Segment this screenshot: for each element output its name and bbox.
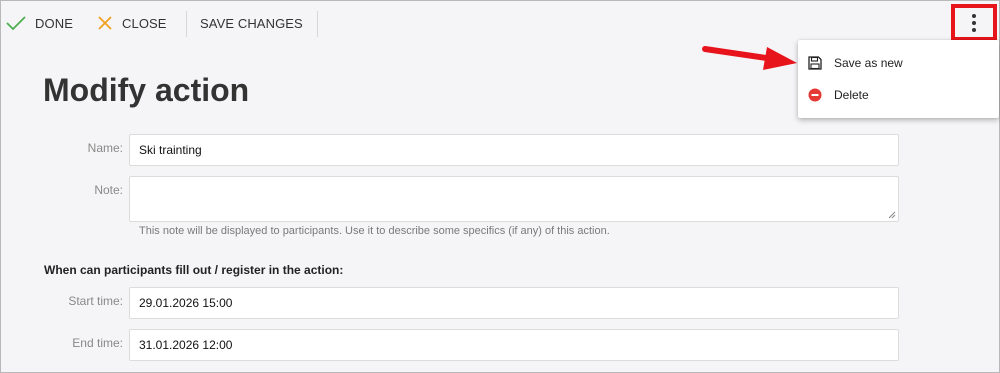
save-changes-button[interactable]: SAVE CHANGES: [200, 2, 303, 44]
app-window: DONE CLOSE SAVE CHANGES Modify action Na…: [0, 0, 1000, 373]
x-icon: [98, 16, 112, 30]
name-label: Name:: [87, 141, 123, 155]
page-title: Modify action: [43, 72, 250, 108]
more-options-menu: Save as new Delete: [798, 40, 999, 118]
annotation-arrow-icon: [702, 46, 797, 70]
start-time-field[interactable]: 29.01.2026 15:00: [129, 287, 899, 319]
save-changes-label: SAVE CHANGES: [200, 15, 303, 31]
start-time-value: 29.01.2026 15:00: [139, 296, 233, 310]
menu-item-save-as-new[interactable]: Save as new: [798, 48, 999, 78]
start-time-label: Start time:: [68, 294, 123, 308]
note-label: Note:: [94, 183, 123, 197]
end-time-field[interactable]: 31.01.2026 12:00: [129, 329, 899, 361]
name-value: Ski trainting: [139, 143, 202, 157]
menu-item-delete[interactable]: Delete: [798, 80, 999, 110]
toolbar-divider: [317, 11, 318, 37]
menu-item-label: Save as new: [834, 56, 903, 70]
kebab-menu-icon-dot: [972, 13, 976, 18]
more-options-button[interactable]: [959, 8, 989, 37]
kebab-menu-icon-dot: [972, 20, 976, 25]
check-icon: [6, 16, 26, 31]
kebab-menu-icon-dot: [972, 27, 976, 32]
end-time-value: 31.01.2026 12:00: [139, 338, 233, 352]
minus-circle-icon: [808, 88, 822, 102]
done-button[interactable]: DONE: [6, 2, 73, 44]
floppy-disk-icon: [808, 56, 822, 70]
name-field[interactable]: Ski trainting: [129, 134, 899, 166]
close-label: CLOSE: [122, 15, 167, 31]
toolbar: DONE CLOSE SAVE CHANGES: [2, 2, 998, 44]
note-help-text: This note will be displayed to participa…: [139, 225, 610, 237]
section-heading: When can participants fill out / registe…: [44, 263, 344, 277]
end-time-label: End time:: [72, 336, 123, 350]
resize-grip-icon[interactable]: [888, 211, 896, 219]
toolbar-divider: [186, 11, 187, 37]
done-label: DONE: [35, 15, 73, 31]
menu-item-label: Delete: [834, 88, 869, 102]
close-button[interactable]: CLOSE: [97, 2, 167, 44]
note-textarea[interactable]: [129, 176, 899, 222]
